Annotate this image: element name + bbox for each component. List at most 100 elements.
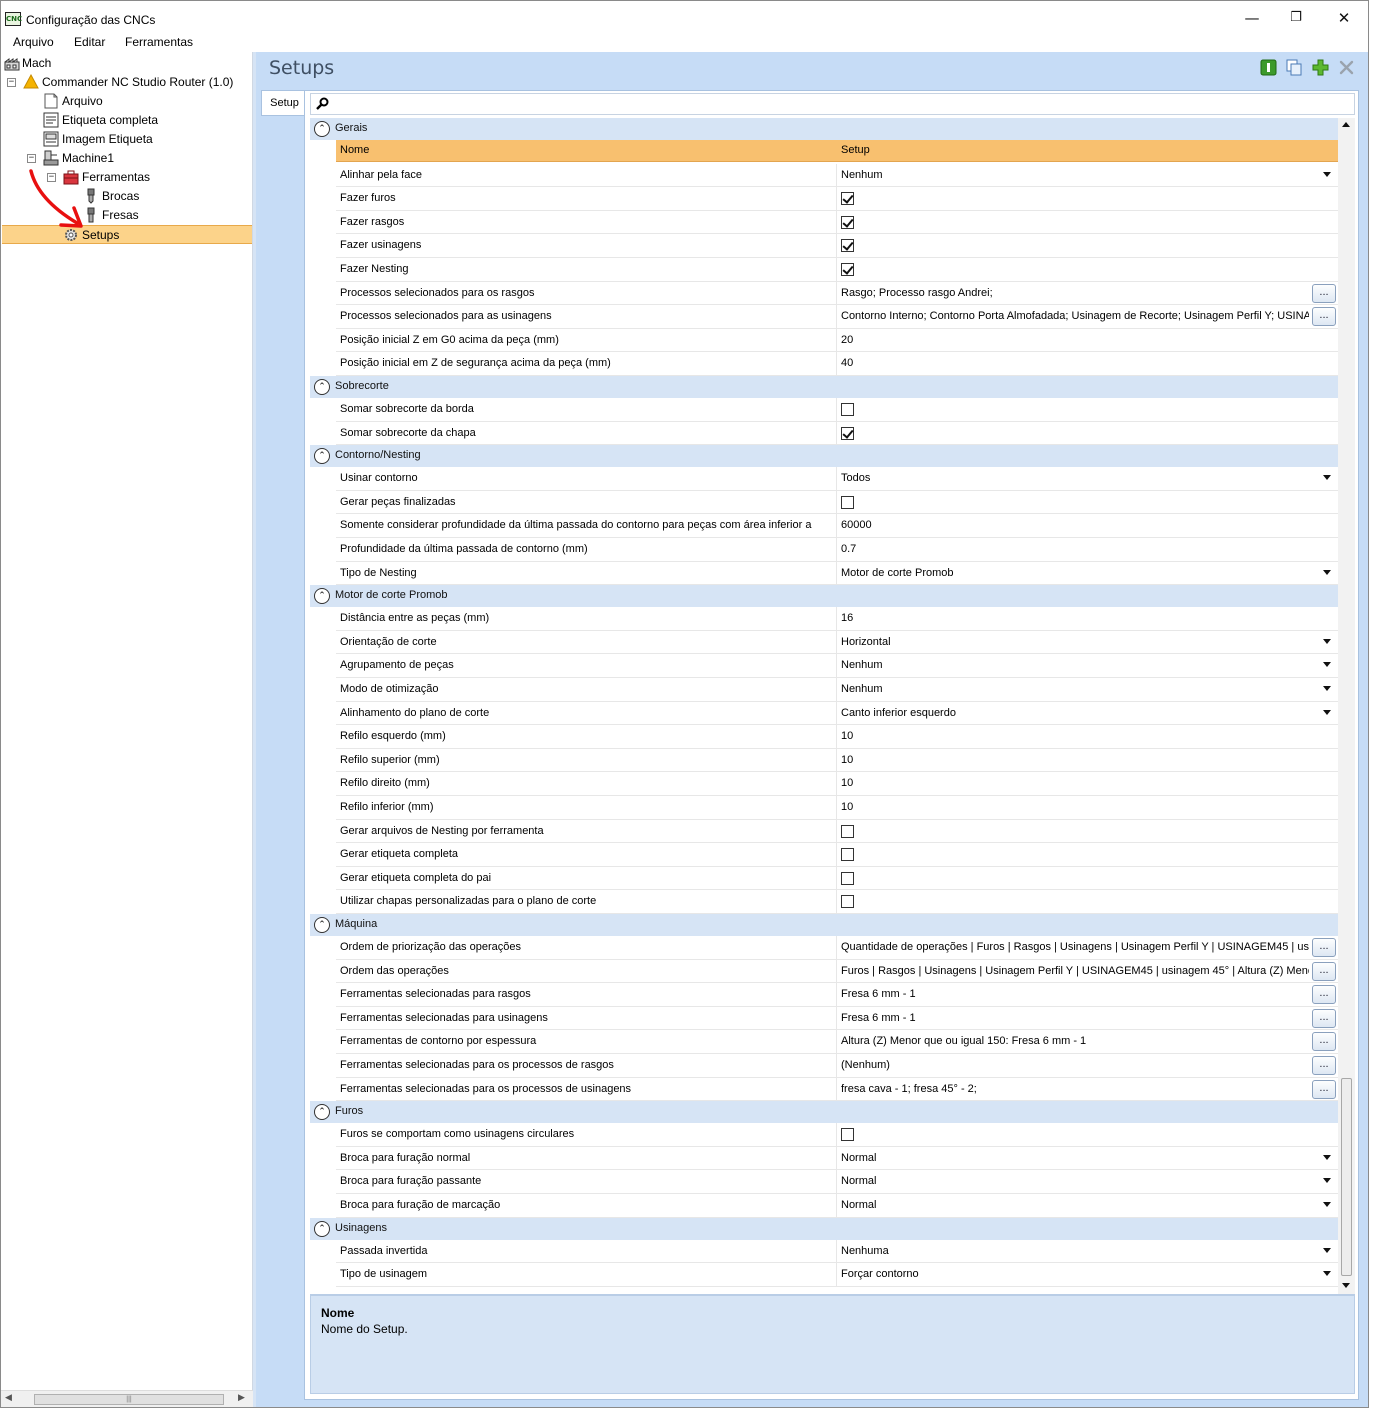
property-value[interactable]: 10 xyxy=(841,754,1309,766)
property-value[interactable]: Nenhum xyxy=(841,659,1309,671)
property-value[interactable]: Fresa 6 mm - 1 xyxy=(841,988,1309,1000)
property-checkbox[interactable] xyxy=(841,403,854,416)
collapse-toggle-icon[interactable]: − xyxy=(7,78,16,87)
property-value[interactable]: Horizontal xyxy=(841,636,1309,648)
property-row[interactable]: Orientação de corte Horizontal xyxy=(336,630,1338,655)
delete-icon[interactable] xyxy=(1338,59,1355,76)
property-value[interactable]: Nenhum xyxy=(841,169,1309,181)
property-checkbox[interactable] xyxy=(841,192,854,206)
property-row[interactable]: Fazer usinagens xyxy=(336,234,1338,258)
property-checkbox[interactable] xyxy=(841,239,854,253)
property-value[interactable]: 60000 xyxy=(841,519,1309,531)
property-checkbox[interactable] xyxy=(841,263,854,276)
ellipsis-button[interactable]: ... xyxy=(1312,1008,1336,1028)
dropdown-arrow-icon[interactable] xyxy=(1323,709,1331,715)
dropdown-arrow-icon[interactable] xyxy=(1323,1247,1331,1253)
property-value[interactable]: Todos xyxy=(841,472,1309,484)
scroll-thumb[interactable] xyxy=(1341,1078,1352,1276)
dropdown-arrow-icon[interactable] xyxy=(1323,686,1331,691)
menu-arquivo[interactable]: Arquivo xyxy=(13,35,54,49)
scroll-thumb[interactable]: ||| xyxy=(34,1394,224,1405)
property-row[interactable]: Processos selecionados para os rasgos Ras… xyxy=(336,281,1338,306)
scroll-right-icon[interactable]: ▶ xyxy=(238,1393,245,1403)
dropdown-arrow-icon[interactable] xyxy=(1323,569,1331,575)
property-row[interactable]: Refilo superior (mm) 10 xyxy=(336,748,1338,773)
property-value[interactable]: 10 xyxy=(841,730,1309,742)
minimize-button[interactable]: — xyxy=(1229,5,1275,31)
close-button[interactable]: ✕ xyxy=(1321,5,1367,31)
section-header[interactable]: ⌃ Sobrecorte xyxy=(310,376,1338,398)
property-value[interactable]: 16 xyxy=(841,612,1309,624)
property-row[interactable]: Broca para furação passante Normal xyxy=(336,1170,1338,1194)
property-row[interactable]: Somar sobrecorte da borda xyxy=(336,398,1338,422)
property-row[interactable]: Modo de otimização Nenhum xyxy=(336,678,1338,702)
property-row[interactable]: Fazer Nesting xyxy=(336,258,1338,282)
ellipsis-button[interactable]: ... xyxy=(1312,1056,1336,1075)
property-value[interactable]: Nenhum xyxy=(841,683,1309,695)
property-value[interactable]: (Nenhum) xyxy=(841,1059,1309,1071)
property-row[interactable]: Somar sobrecorte da chapa xyxy=(336,421,1338,446)
collapse-section-icon[interactable]: ⌃ xyxy=(314,917,330,933)
property-row[interactable]: Tipo de usinagem Forçar contorno xyxy=(336,1263,1338,1287)
property-row[interactable]: Furos se comportam como usinagens circul… xyxy=(336,1123,1338,1147)
tab-setup[interactable]: Setup xyxy=(261,90,307,116)
property-row[interactable]: Somente considerar profundidade da últim… xyxy=(336,514,1338,538)
property-value[interactable]: Forçar contorno xyxy=(841,1268,1309,1280)
collapse-section-icon[interactable]: ⌃ xyxy=(314,448,330,465)
section-header[interactable]: ⌃ Máquina xyxy=(310,914,1338,936)
add-icon[interactable] xyxy=(1312,59,1329,76)
property-checkbox[interactable] xyxy=(841,215,854,229)
copy-icon[interactable] xyxy=(1286,59,1303,76)
property-row[interactable]: Ferramentas selecionadas para os process… xyxy=(336,1054,1338,1078)
property-row[interactable]: Gerar arquivos de Nesting por ferramenta xyxy=(336,819,1338,844)
collapse-section-icon[interactable]: ⌃ xyxy=(314,588,330,605)
menu-ferramentas[interactable]: Ferramentas xyxy=(125,35,193,49)
property-checkbox[interactable] xyxy=(841,871,854,885)
collapse-section-icon[interactable]: ⌃ xyxy=(314,121,330,137)
ellipsis-button[interactable]: ... xyxy=(1312,1079,1336,1099)
section-header[interactable]: ⌃ Usinagens xyxy=(310,1217,1338,1240)
property-row[interactable]: Posição inicial Z em G0 acima da peça (m… xyxy=(336,328,1338,353)
scroll-up-icon[interactable] xyxy=(1342,122,1350,127)
property-row[interactable]: Refilo esquerdo (mm) 10 xyxy=(336,725,1338,749)
dropdown-arrow-icon[interactable] xyxy=(1323,1271,1331,1277)
property-value[interactable]: 10 xyxy=(841,801,1309,813)
property-value[interactable]: fresa cava - 1; fresa 45° - 2; xyxy=(841,1083,1309,1095)
property-row[interactable]: Ferramentas selecionadas para rasgos Fres… xyxy=(336,983,1338,1007)
property-row[interactable]: Agrupamento de peças Nenhum xyxy=(336,654,1338,678)
property-row[interactable]: Broca para furação de marcação Normal xyxy=(336,1194,1338,1218)
dropdown-arrow-icon[interactable] xyxy=(1323,171,1331,177)
property-row[interactable]: Gerar etiqueta completa xyxy=(336,843,1338,867)
collapse-toggle-icon[interactable]: − xyxy=(47,173,56,182)
property-value[interactable]: Contorno Interno; Contorno Porta Almofad… xyxy=(841,310,1309,322)
property-row[interactable]: Gerar etiqueta completa do pai xyxy=(336,866,1338,891)
property-value[interactable]: Fresa 6 mm - 1 xyxy=(841,1012,1309,1024)
property-row[interactable]: Refilo inferior (mm) 10 xyxy=(336,796,1338,820)
property-row[interactable]: Profundidade da última passada de contor… xyxy=(336,538,1338,562)
property-row[interactable]: Ferramentas de contorno por espessura Alt… xyxy=(336,1030,1338,1054)
property-row[interactable]: Tipo de Nesting Motor de corte Promob xyxy=(336,561,1338,586)
scroll-left-icon[interactable]: ◀ xyxy=(5,1393,12,1403)
ellipsis-button[interactable]: ... xyxy=(1312,985,1336,1005)
property-checkbox[interactable] xyxy=(841,495,854,509)
ellipsis-button[interactable]: ... xyxy=(1312,938,1336,957)
property-checkbox[interactable] xyxy=(841,895,854,909)
dropdown-arrow-icon[interactable] xyxy=(1323,475,1331,481)
property-checkbox[interactable] xyxy=(841,1128,854,1142)
property-row[interactable]: Utilizar chapas personalizadas para o pl… xyxy=(336,890,1338,914)
property-value[interactable]: Quantidade de operações | Furos | Rasgos… xyxy=(841,941,1309,953)
property-value[interactable]: 0.7 xyxy=(841,543,1309,555)
maximize-button[interactable]: ❐ xyxy=(1273,5,1319,31)
property-row[interactable]: Usinar contorno Todos xyxy=(336,467,1338,491)
section-header[interactable]: ⌃ Contorno/Nesting xyxy=(310,445,1338,468)
property-value[interactable]: Nenhuma xyxy=(841,1245,1309,1257)
property-checkbox[interactable] xyxy=(841,824,854,838)
property-row[interactable]: Refilo direito (mm) 10 xyxy=(336,772,1338,796)
property-row[interactable]: Posição inicial em Z de segurança acima … xyxy=(336,352,1338,376)
property-row[interactable]: Ferramentas selecionadas para os process… xyxy=(336,1077,1338,1102)
property-value[interactable]: Motor de corte Promob xyxy=(841,567,1309,579)
info-icon[interactable] xyxy=(1260,59,1277,76)
property-value[interactable]: Furos | Rasgos | Usinagens | Usinagem Pe… xyxy=(841,965,1309,977)
ellipsis-button[interactable]: ... xyxy=(1312,961,1336,981)
property-row[interactable]: Ordem das operações Furos | Rasgos | Usin… xyxy=(336,959,1338,984)
